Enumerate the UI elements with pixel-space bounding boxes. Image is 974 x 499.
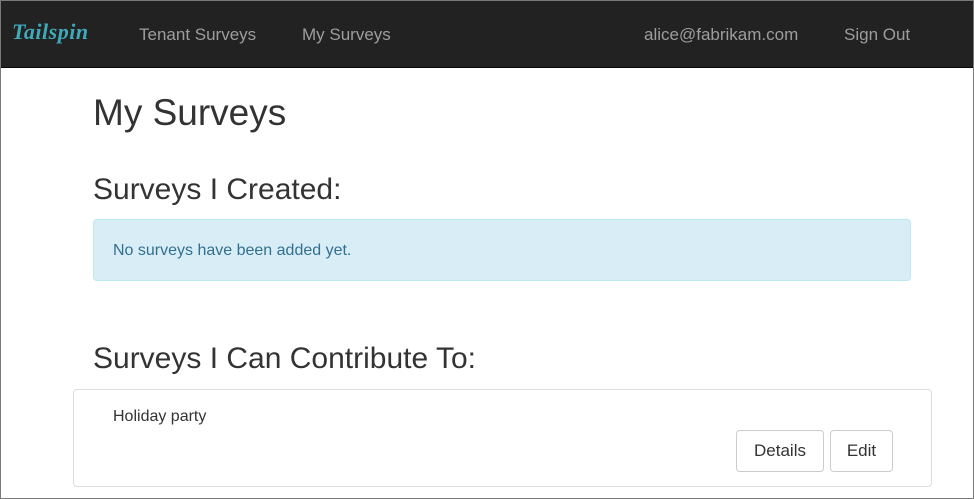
edit-button[interactable]: Edit — [830, 430, 893, 472]
empty-surveys-message: No surveys have been added yet. — [113, 242, 352, 259]
top-navbar: Tailspin Tenant Surveys My Surveys alice… — [1, 1, 973, 68]
page-title: My Surveys — [93, 92, 287, 133]
brand-logo[interactable]: Tailspin — [12, 19, 89, 45]
empty-surveys-alert: No surveys have been added yet. — [93, 219, 911, 281]
surveys-created-heading: Surveys I Created: — [93, 173, 342, 206]
nav-link-my-surveys[interactable]: My Surveys — [302, 25, 391, 45]
survey-list-item: Holiday party Details Edit — [73, 389, 932, 487]
details-button[interactable]: Details — [736, 430, 824, 472]
survey-title: Holiday party — [113, 408, 207, 425]
surveys-contribute-heading: Surveys I Can Contribute To: — [93, 342, 476, 375]
browser-page: Tailspin Tenant Surveys My Surveys alice… — [0, 0, 974, 499]
sign-out-link[interactable]: Sign Out — [844, 25, 910, 45]
nav-user-email[interactable]: alice@fabrikam.com — [644, 25, 798, 45]
nav-link-tenant-surveys[interactable]: Tenant Surveys — [139, 25, 256, 45]
